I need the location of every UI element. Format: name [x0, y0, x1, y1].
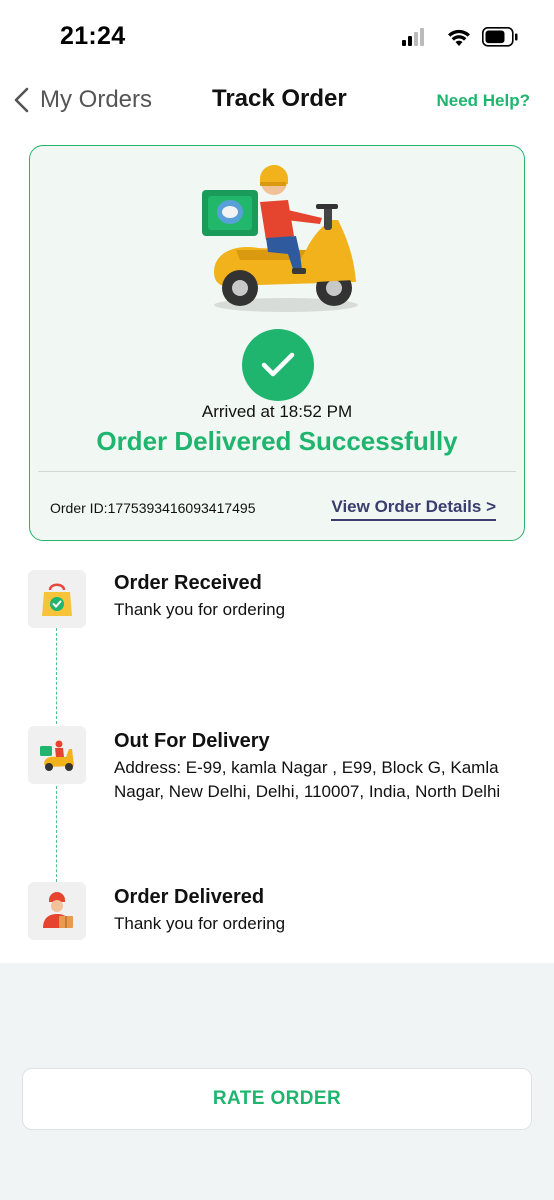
timeline-connector [56, 628, 57, 724]
battery-icon [482, 27, 518, 47]
header: My Orders Track Order Need Help? [0, 76, 554, 122]
shopping-bag-check-icon [28, 570, 86, 628]
back-button[interactable]: My Orders [10, 80, 152, 120]
rate-order-button[interactable]: RATE ORDER [22, 1068, 532, 1130]
card-divider [38, 471, 516, 472]
status-bar: 21:24 [0, 0, 554, 72]
timeline-step-title: Out For Delivery [114, 730, 270, 752]
status-icons [402, 27, 518, 47]
delivery-status-title: Order Delivered Successfully [96, 426, 458, 456]
timeline-step-description: Address: E-99, kamla Nagar , E99, Block … [114, 758, 501, 801]
chevron-left-icon [14, 87, 29, 113]
status-time: 21:24 [60, 22, 126, 50]
delivery-person-icon [28, 882, 86, 940]
back-label: My Orders [40, 86, 153, 113]
timeline-step-description: Thank you for ordering [114, 914, 286, 933]
timeline-connector [56, 786, 57, 882]
view-order-details-link[interactable]: View Order Details > [331, 497, 496, 521]
delivery-scooter-illustration [202, 164, 358, 312]
need-help-link[interactable]: Need Help? [436, 91, 530, 111]
order-id: Order ID:1775393416093417495 [50, 500, 256, 516]
delivery-scooter-icon [28, 726, 86, 784]
check-icon [261, 352, 295, 377]
timeline-step-title: Order Received [114, 572, 262, 594]
wifi-icon [448, 29, 470, 46]
signal-icon [402, 28, 424, 46]
footer: RATE ORDER [0, 963, 554, 1200]
page-title: Track Order [212, 85, 347, 112]
delivery-status-card: Arrived at 18:52 PM Order Delivered Succ… [29, 145, 525, 541]
order-timeline: Order Received Thank you for ordering Ou… [0, 560, 554, 950]
timeline-step-description: Thank you for ordering [114, 600, 286, 619]
timeline-step-title: Order Delivered [114, 886, 265, 908]
arrival-time: Arrived at 18:52 PM [201, 402, 353, 421]
success-check-badge [242, 329, 314, 401]
